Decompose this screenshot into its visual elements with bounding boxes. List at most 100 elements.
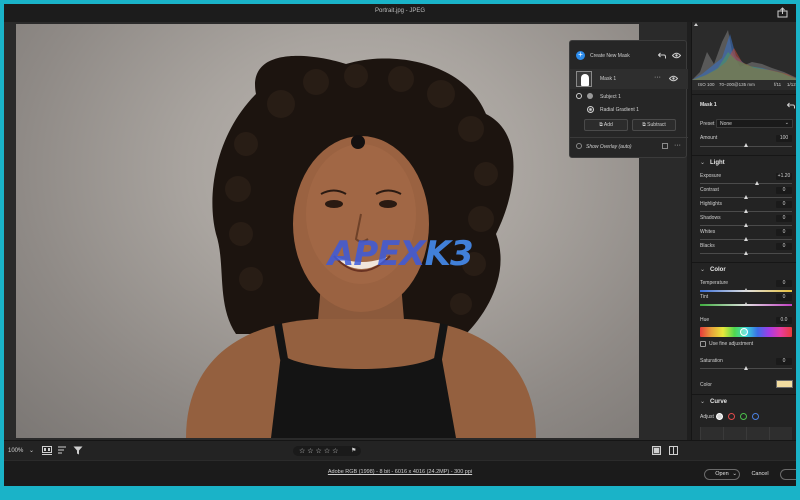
filmstrip-icon[interactable] bbox=[42, 446, 52, 455]
hue-label: Hue bbox=[700, 317, 710, 323]
fine-adjustment-checkbox[interactable] bbox=[700, 341, 706, 347]
panel-divider bbox=[692, 394, 796, 395]
person-icon bbox=[587, 93, 593, 99]
create-mask-row[interactable]: + Create New Mask bbox=[570, 49, 688, 63]
curve-channel-all[interactable] bbox=[716, 413, 723, 420]
preset-dropdown[interactable]: None ⌄ bbox=[716, 119, 793, 128]
slider-value[interactable]: 0 bbox=[776, 243, 792, 250]
bottom-toolbar: 100% ⌄ ☆☆☆☆☆ ⚑ bbox=[4, 440, 796, 460]
zoom-dropdown-icon[interactable]: ⌄ bbox=[29, 447, 34, 454]
slider-track[interactable] bbox=[700, 183, 792, 184]
component-radial[interactable]: Radial Gradient 1 bbox=[570, 103, 688, 117]
rating-bar[interactable]: ☆☆☆☆☆ ⚑ bbox=[293, 446, 361, 456]
chevron-down-icon[interactable]: ⌄ bbox=[700, 398, 705, 405]
component-radial-label: Radial Gradient 1 bbox=[600, 107, 639, 113]
curve-graph[interactable] bbox=[700, 427, 792, 440]
color-section-title[interactable]: Color bbox=[710, 267, 726, 273]
amount-thumb[interactable] bbox=[744, 143, 748, 147]
eye-icon[interactable] bbox=[672, 52, 681, 59]
watermark: APEXK3 bbox=[328, 234, 474, 274]
curve-section-title[interactable]: Curve bbox=[710, 399, 727, 405]
light-section-title[interactable]: Light bbox=[710, 160, 725, 166]
saturation-thumb[interactable] bbox=[744, 366, 748, 370]
portrait-illustration bbox=[186, 55, 536, 438]
slider-thumb[interactable] bbox=[755, 181, 760, 185]
watermark-part1: APEX bbox=[328, 234, 426, 274]
slider-label: Contrast bbox=[700, 187, 719, 193]
slider-value[interactable]: +1.20 bbox=[776, 173, 792, 180]
overlay-color-swatch[interactable] bbox=[662, 143, 668, 149]
slider-thumb[interactable] bbox=[744, 195, 748, 199]
slider-value[interactable]: 0 bbox=[776, 201, 792, 208]
export-icon[interactable] bbox=[777, 7, 788, 18]
chevron-down-icon[interactable]: ⌄ bbox=[700, 266, 705, 273]
footer: Adobe RGB (1998) - 8 bit - 6016 x 4016 (… bbox=[4, 460, 796, 486]
reset-icon[interactable] bbox=[787, 102, 795, 109]
component-subject[interactable]: Subject 1 bbox=[570, 90, 688, 104]
slider-thumb[interactable] bbox=[744, 223, 748, 227]
color-swatch[interactable] bbox=[776, 380, 793, 388]
adjust-label: Adjust bbox=[700, 414, 714, 420]
add-mask-icon[interactable]: + bbox=[576, 51, 585, 60]
open-label: Open bbox=[715, 471, 729, 477]
curve-channel-green[interactable] bbox=[740, 413, 747, 420]
tint-thumb[interactable] bbox=[744, 302, 748, 306]
undo-icon[interactable] bbox=[658, 52, 666, 59]
show-overlay-row[interactable]: Show Overlay (auto) ··· bbox=[570, 140, 688, 154]
view-mode-icon[interactable] bbox=[652, 446, 661, 455]
flag-icon[interactable]: ⚑ bbox=[351, 447, 356, 454]
amount-value[interactable]: 100 bbox=[776, 135, 792, 142]
cancel-button[interactable]: Cancel bbox=[746, 469, 774, 480]
temperature-value[interactable]: 0 bbox=[776, 280, 792, 287]
slider-thumb[interactable] bbox=[744, 209, 748, 213]
panel-divider bbox=[692, 155, 796, 156]
fine-adjustment-label: Use fine adjustment bbox=[709, 341, 754, 347]
saturation-value[interactable]: 0 bbox=[776, 358, 792, 365]
curve-channel-red[interactable] bbox=[728, 413, 735, 420]
temperature-thumb[interactable] bbox=[744, 288, 748, 292]
slider-label: Shadows bbox=[700, 215, 721, 221]
lens-label: 70–200@135 mm bbox=[719, 82, 755, 87]
show-overlay-checkbox[interactable] bbox=[576, 143, 582, 149]
overlay-more-icon[interactable]: ··· bbox=[674, 142, 681, 149]
temperature-label: Temperature bbox=[700, 280, 729, 286]
slider-value[interactable]: 0 bbox=[776, 215, 792, 222]
slider-value[interactable]: 0 bbox=[776, 229, 792, 236]
intersect-icon bbox=[576, 93, 582, 99]
zoom-level[interactable]: 100% bbox=[8, 448, 23, 454]
cancel-label: Cancel bbox=[751, 471, 769, 477]
watermark-part2: K3 bbox=[424, 234, 474, 274]
component-subject-label: Subject 1 bbox=[600, 94, 621, 100]
open-dropdown-icon[interactable]: ⌄ bbox=[732, 470, 737, 479]
mask-name: Mask 1 bbox=[600, 76, 617, 82]
done-button[interactable] bbox=[780, 469, 796, 480]
filter-icon[interactable] bbox=[73, 446, 83, 455]
shutter-label: 1/12 bbox=[787, 82, 796, 87]
mask-eye-icon[interactable] bbox=[669, 75, 678, 82]
saturation-label: Saturation bbox=[700, 358, 723, 364]
slider-thumb[interactable] bbox=[744, 251, 748, 255]
image-canvas[interactable]: APEXK3 + Create New Mask Mask 1 ··· Subj… bbox=[4, 22, 688, 440]
panel-divider bbox=[692, 262, 796, 263]
tint-value[interactable]: 0 bbox=[776, 294, 792, 301]
file-info-link[interactable]: Adobe RGB (1998) - 8 bit - 6016 x 4016 (… bbox=[4, 469, 796, 475]
preset-value: None bbox=[720, 121, 732, 127]
open-button[interactable]: Open ⌄ bbox=[704, 469, 740, 480]
slider-value[interactable]: 0 bbox=[776, 187, 792, 194]
panel-divider bbox=[692, 94, 796, 95]
add-button[interactable]: ⧉ Add bbox=[584, 119, 628, 131]
chevron-down-icon: ⌄ bbox=[784, 120, 789, 126]
mask-item-mask1[interactable]: Mask 1 ··· bbox=[570, 69, 688, 89]
curve-channel-blue[interactable] bbox=[752, 413, 759, 420]
portrait-photo[interactable]: APEXK3 bbox=[16, 24, 639, 438]
more-icon[interactable]: ··· bbox=[654, 74, 661, 81]
masks-panel: + Create New Mask Mask 1 ··· Subject 1 R… bbox=[569, 40, 688, 158]
edit-panel: ISO 100 70–200@135 mm f/11 1/12 Mask 1 P… bbox=[691, 22, 796, 440]
hue-value[interactable]: 0.0 bbox=[776, 317, 792, 324]
chevron-down-icon[interactable]: ⌄ bbox=[700, 159, 705, 166]
slider-thumb[interactable] bbox=[744, 237, 748, 241]
compare-icon[interactable] bbox=[669, 446, 678, 455]
sort-icon[interactable] bbox=[58, 446, 68, 455]
subtract-button[interactable]: ⧉ Subtract bbox=[632, 119, 676, 131]
rating-stars[interactable]: ☆☆☆☆☆ bbox=[299, 447, 340, 455]
